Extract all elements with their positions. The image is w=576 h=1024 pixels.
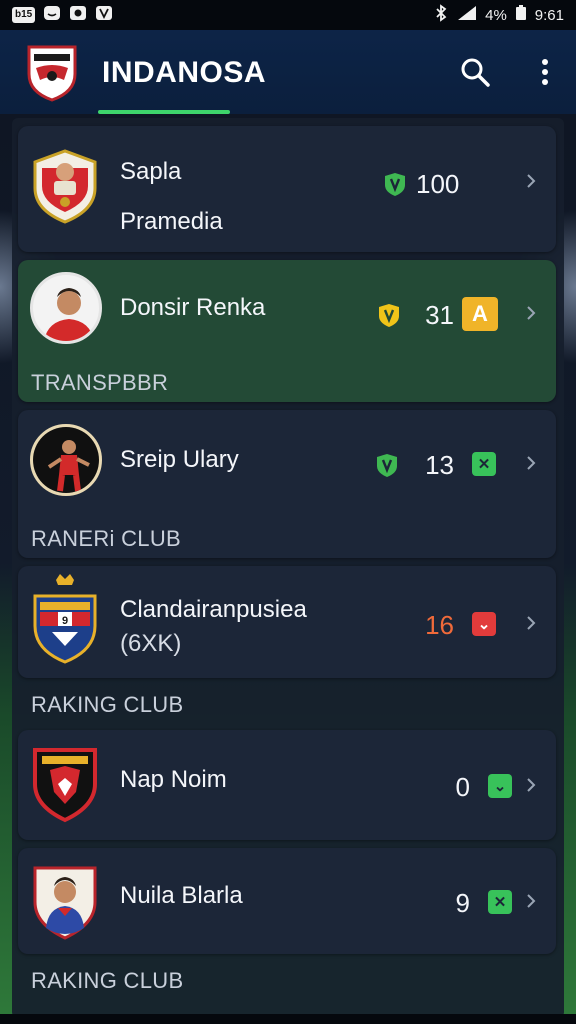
- more-options-button[interactable]: [528, 52, 562, 92]
- player-crest: [32, 862, 98, 940]
- message-icon: [69, 5, 87, 25]
- club-crest: 9: [32, 572, 98, 664]
- shield-icon: [377, 454, 397, 477]
- shield-icon: [379, 304, 399, 327]
- avatar: [30, 424, 102, 496]
- app-title: INDANOSA: [102, 56, 267, 89]
- player-crest: [32, 148, 98, 224]
- chevron-right-icon: [527, 174, 536, 188]
- svg-text:9: 9: [62, 615, 68, 627]
- status-badge: ✕: [488, 890, 512, 914]
- status-chip: b15: [12, 7, 36, 23]
- battery-icon: [515, 5, 527, 25]
- player-name: Sreip Ulary: [120, 446, 239, 473]
- section-label: RAKING CLUB: [31, 692, 184, 717]
- player-score: 13: [425, 450, 454, 480]
- chevron-right-icon: [527, 778, 536, 792]
- app-bar: INDANOSA: [0, 30, 576, 114]
- clock: 9:61: [534, 6, 564, 24]
- app-icon: [95, 5, 113, 25]
- status-badge: ✕: [472, 452, 496, 476]
- chevron-right-icon: [527, 456, 536, 470]
- chevron-right-icon: [527, 616, 536, 630]
- club-code: (6XK): [120, 630, 182, 657]
- app-logo: [26, 44, 78, 102]
- player-name: Donsir Renka: [120, 294, 266, 321]
- section-label: RANERi CLUB: [31, 526, 181, 551]
- status-bar: b15 4% 9:61: [0, 0, 576, 30]
- list-item[interactable]: 9 Clandairanpusiea (6XK) 16 ⌄: [18, 566, 556, 678]
- list-item[interactable]: Sreip Ulary 13 ✕ RANERi CLUB: [18, 410, 556, 558]
- battery-text: 4%: [485, 6, 507, 24]
- section-label: TRANSPBBR: [31, 370, 169, 395]
- search-button[interactable]: [455, 52, 495, 92]
- club-score: 16: [425, 610, 454, 640]
- status-badge: ⌄: [488, 774, 512, 798]
- chevron-right-icon: [527, 894, 536, 908]
- notification-icon: [43, 5, 61, 25]
- list-item[interactable]: Nuila Blarla 9 ✕: [18, 848, 556, 954]
- player-score: 31: [425, 300, 454, 330]
- rank-badge: A: [462, 297, 498, 331]
- status-badge: ⌄: [472, 612, 496, 636]
- bluetooth-icon: [433, 4, 449, 26]
- status-left: b15: [12, 5, 113, 25]
- list-item[interactable]: Nap Noim 0 ⌄: [18, 730, 556, 840]
- player-score: 9: [455, 888, 470, 918]
- list-item-active[interactable]: Donsir Renka 31 A TRANSPBBR: [18, 260, 556, 402]
- bottom-strip: [0, 1014, 576, 1024]
- player-club: Pramedia: [120, 208, 223, 235]
- more-vert-icon: [542, 59, 548, 85]
- club-score: 0: [455, 772, 470, 802]
- search-icon: [461, 58, 490, 87]
- club-name: Clandairanpusiea: [120, 596, 307, 623]
- club-crest: [32, 744, 98, 823]
- signal-icon: [457, 5, 477, 25]
- chevron-right-icon: [527, 306, 536, 320]
- section-label: RAKING CLUB: [31, 968, 184, 993]
- status-right: 4% 9:61: [433, 4, 564, 26]
- avatar: [30, 272, 102, 344]
- player-score: 100: [416, 169, 460, 199]
- club-name: Nap Noim: [120, 766, 227, 793]
- player-name: Sapla: [120, 158, 182, 185]
- player-name: Nuila Blarla: [120, 882, 243, 909]
- active-tab-indicator: [98, 110, 230, 114]
- shield-icon: [385, 173, 405, 196]
- list-item[interactable]: Sapla Pramedia 100: [18, 126, 556, 252]
